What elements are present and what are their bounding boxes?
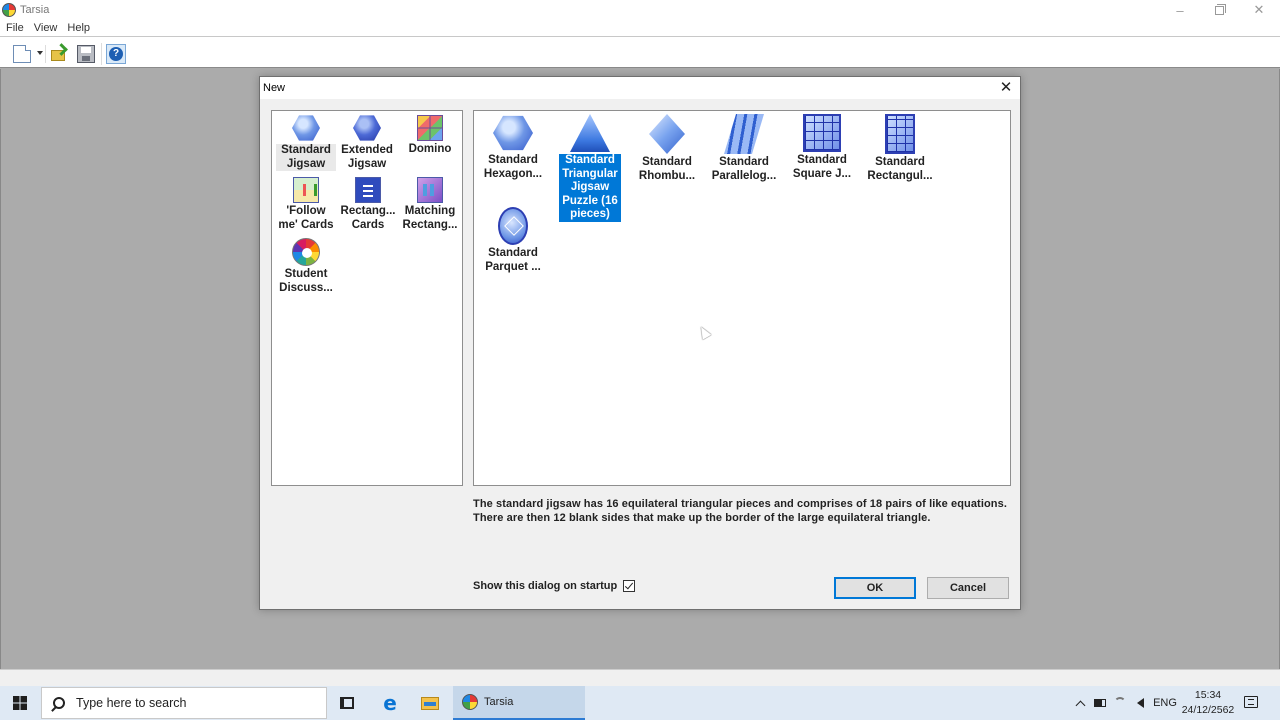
- parallelogram-jigsaw-icon: [724, 114, 764, 154]
- menu-bar: File View Help: [0, 20, 1280, 36]
- template-item[interactable]: Standard Square J...: [787, 114, 857, 181]
- cancel-button[interactable]: Cancel: [927, 577, 1009, 599]
- taskbar: Type here to search e Tarsia ENG 15:34 2…: [0, 686, 1280, 720]
- menu-help[interactable]: Help: [67, 22, 90, 34]
- domino-icon: [417, 115, 443, 141]
- wifi-icon: [1114, 697, 1126, 709]
- template-item[interactable]: Standard Hexagon...: [482, 114, 544, 181]
- app-title-bar: Tarsia – ✕: [0, 0, 1280, 20]
- restore-icon: [1214, 3, 1226, 15]
- template-item[interactable]: Standard Parallelog...: [709, 114, 779, 183]
- square-jigsaw-icon: [803, 114, 841, 152]
- file-explorer-button[interactable]: [410, 686, 450, 720]
- menu-file[interactable]: File: [6, 22, 24, 34]
- task-view-icon: [340, 697, 354, 709]
- tarsia-app-icon: [2, 3, 16, 17]
- rhombus-jigsaw-icon: [649, 114, 685, 154]
- battery-icon: [1094, 699, 1106, 707]
- language-indicator[interactable]: ENG: [1152, 686, 1178, 720]
- template-description: The standard jigsaw has 16 equilateral t…: [473, 498, 1007, 524]
- student-discussion-icon: [292, 238, 320, 266]
- windows-logo-icon: [13, 696, 27, 710]
- show-on-startup-label: Show this dialog on startup: [473, 580, 618, 592]
- open-folder-icon[interactable]: [50, 43, 68, 63]
- template-item-selected[interactable]: Standard Triangular Jigsaw Puzzle (16 pi…: [559, 114, 621, 222]
- status-bar: [0, 669, 1280, 686]
- start-button[interactable]: [0, 686, 40, 720]
- category-item[interactable]: Domino: [400, 111, 460, 157]
- help-icon[interactable]: ?: [106, 44, 126, 64]
- minimize-button[interactable]: –: [1160, 0, 1200, 20]
- standard-jigsaw-icon: [292, 115, 320, 141]
- maximize-button[interactable]: [1199, 0, 1239, 20]
- hexagon-jigsaw-icon: [493, 115, 533, 151]
- close-window-button[interactable]: ✕: [1239, 0, 1279, 20]
- toolbar-separator: [45, 45, 46, 63]
- rectangular-jigsaw-icon: [885, 114, 915, 154]
- new-document-icon[interactable]: [13, 45, 31, 63]
- toolbar-separator: [101, 43, 102, 65]
- category-item[interactable]: Rectang... Cards: [337, 173, 399, 232]
- taskbar-search[interactable]: Type here to search: [41, 687, 327, 719]
- matching-rectangles-icon: [417, 177, 443, 203]
- ok-button[interactable]: OK: [834, 577, 916, 599]
- search-icon: [53, 697, 65, 709]
- chevron-up-icon: [1075, 700, 1085, 710]
- template-list: Standard Hexagon... Standard Triangular …: [473, 110, 1011, 486]
- template-item[interactable]: Standard Rectangul...: [865, 114, 935, 183]
- extended-jigsaw-icon: [353, 115, 381, 141]
- new-dialog: New ✕ Standard Jigsaw Extended Jigsaw Do…: [259, 76, 1021, 610]
- window-title: Tarsia: [20, 4, 50, 16]
- dialog-title-bar: New ✕: [260, 77, 1020, 99]
- notifications-icon[interactable]: [1244, 696, 1258, 708]
- clock-date: 24/12/2562: [1181, 704, 1235, 716]
- parquet-jigsaw-icon: [498, 207, 528, 245]
- show-on-startup-checkbox[interactable]: [623, 580, 636, 592]
- toolbar: ?: [0, 36, 1280, 68]
- category-item[interactable]: Matching Rectang...: [399, 173, 461, 232]
- task-view-button[interactable]: [327, 686, 367, 720]
- category-item[interactable]: 'Follow me' Cards: [276, 173, 336, 232]
- show-hidden-icons-button[interactable]: [1070, 686, 1090, 720]
- edge-icon: e: [383, 691, 397, 715]
- category-list: Standard Jigsaw Extended Jigsaw Domino '…: [271, 110, 463, 486]
- dialog-close-button[interactable]: ✕: [996, 79, 1016, 97]
- edge-button[interactable]: e: [370, 686, 410, 720]
- template-item[interactable]: Standard Parquet ...: [482, 207, 544, 274]
- taskbar-app-label: Tarsia: [484, 696, 514, 708]
- category-item[interactable]: Extended Jigsaw: [337, 114, 397, 171]
- folder-icon: [421, 696, 439, 710]
- clock[interactable]: 15:34 24/12/2562: [1180, 688, 1236, 718]
- save-icon[interactable]: [77, 45, 95, 63]
- tarsia-taskbar-button[interactable]: Tarsia: [453, 686, 585, 720]
- triangle-jigsaw-icon: [570, 114, 610, 152]
- volume-button[interactable]: [1130, 686, 1150, 720]
- dialog-title: New: [263, 82, 286, 94]
- template-item[interactable]: Standard Rhombu...: [636, 114, 698, 183]
- menu-view[interactable]: View: [34, 22, 58, 34]
- speaker-icon: [1136, 698, 1144, 708]
- clock-time: 15:34: [1194, 689, 1222, 701]
- tarsia-app-icon: [462, 694, 478, 710]
- rectangular-cards-icon: [355, 177, 381, 203]
- dropdown-arrow-icon[interactable]: [37, 51, 43, 55]
- network-button[interactable]: [1110, 686, 1130, 720]
- battery-button[interactable]: [1090, 686, 1110, 720]
- follow-me-cards-icon: [293, 177, 319, 203]
- search-placeholder: Type here to search: [76, 696, 187, 710]
- category-item[interactable]: Student Discuss...: [274, 235, 338, 295]
- show-on-startup[interactable]: Show this dialog on startup: [473, 580, 636, 592]
- category-item[interactable]: Standard Jigsaw: [276, 114, 336, 171]
